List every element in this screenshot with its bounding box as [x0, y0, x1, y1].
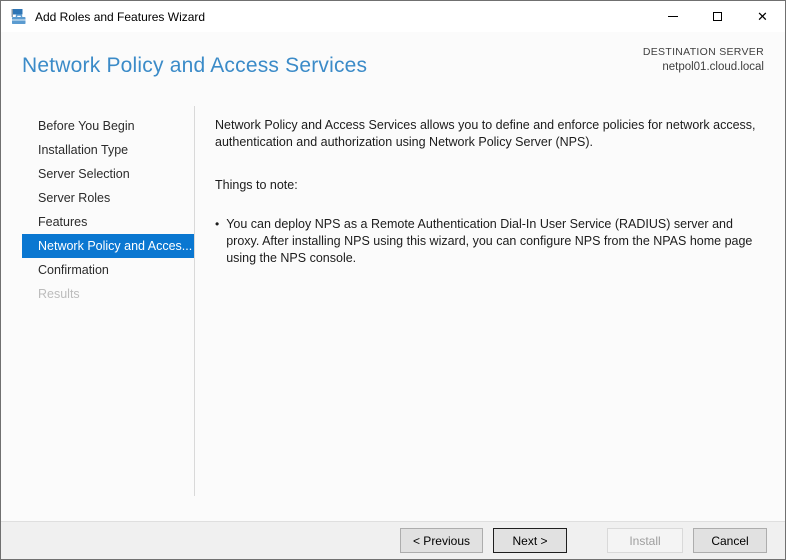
wizard-steps-sidebar: Before You Begin Installation Type Serve…: [1, 106, 194, 521]
sidebar-item-features[interactable]: Features: [1, 210, 194, 234]
next-button[interactable]: Next >: [493, 528, 567, 553]
sidebar-item-installation-type[interactable]: Installation Type: [1, 138, 194, 162]
note-bullet-text: You can deploy NPS as a Remote Authentic…: [226, 216, 761, 267]
titlebar: Add Roles and Features Wizard ✕: [1, 1, 785, 32]
window-controls: ✕: [650, 1, 785, 32]
window-title: Add Roles and Features Wizard: [35, 10, 650, 24]
page-title: Network Policy and Access Services: [22, 54, 367, 78]
page-content: Network Policy and Access Services allow…: [195, 106, 785, 521]
sidebar-item-network-policy-selected[interactable]: Network Policy and Acces...: [22, 234, 194, 258]
destination-server-name: netpol01.cloud.local: [643, 61, 764, 73]
wizard-footer: < Previous Next > Install Cancel: [1, 521, 785, 559]
wizard-header: Network Policy and Access Services DESTI…: [1, 32, 785, 106]
note-bullet-item: • You can deploy NPS as a Remote Authent…: [215, 216, 761, 267]
cancel-button[interactable]: Cancel: [693, 528, 767, 553]
maximize-icon: [713, 12, 722, 21]
previous-button[interactable]: < Previous: [400, 528, 483, 553]
destination-server-label: DESTINATION SERVER: [643, 46, 764, 58]
close-icon: ✕: [757, 10, 768, 23]
sidebar-item-confirmation[interactable]: Confirmation: [1, 258, 194, 282]
wizard-body: Before You Begin Installation Type Serve…: [1, 106, 785, 521]
bullet-icon: •: [215, 216, 219, 267]
sidebar-item-before-you-begin[interactable]: Before You Begin: [1, 114, 194, 138]
sidebar-item-server-roles[interactable]: Server Roles: [1, 186, 194, 210]
maximize-button[interactable]: [695, 1, 740, 32]
sidebar-item-results: Results: [1, 282, 194, 306]
minimize-icon: [668, 16, 678, 17]
close-button[interactable]: ✕: [740, 1, 785, 32]
things-to-note-heading: Things to note:: [215, 177, 761, 194]
destination-server-block: DESTINATION SERVER netpol01.cloud.local: [643, 46, 764, 73]
server-manager-flag-icon: [10, 8, 27, 25]
sidebar-item-server-selection[interactable]: Server Selection: [1, 162, 194, 186]
install-button: Install: [607, 528, 683, 553]
wizard-window: Add Roles and Features Wizard ✕ Network …: [0, 0, 786, 560]
minimize-button[interactable]: [650, 1, 695, 32]
role-description-text: Network Policy and Access Services allow…: [215, 117, 761, 151]
